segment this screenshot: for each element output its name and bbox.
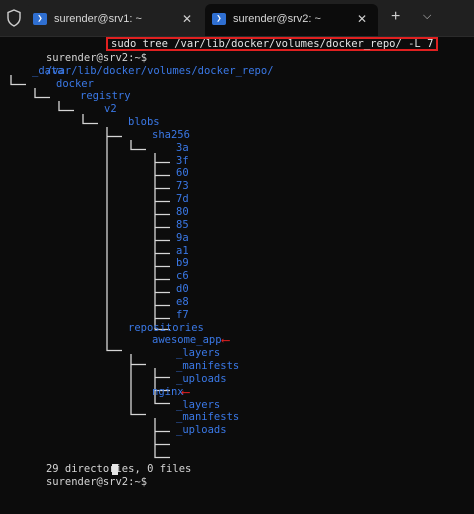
dir-docker: docker: [56, 77, 94, 90]
dir-blob-hash: e8: [176, 295, 189, 308]
dir-nginx: nginx: [152, 385, 184, 398]
powershell-icon: ❯: [33, 13, 47, 25]
tab-strip: ❯ surender@srv1: ~ ✕ ❯ surender@srv2: ~ …: [0, 0, 474, 37]
dir-blob-hash: f7: [176, 308, 189, 321]
dir-layers: _layers: [176, 347, 221, 360]
dir-blob-hash: 80: [176, 205, 189, 218]
dir-blob-hash: c6: [176, 270, 189, 283]
dir-blob-hash: d0: [176, 283, 189, 296]
cursor: [112, 463, 118, 475]
dir-blob-hash: 73: [176, 180, 189, 193]
tree-row: _manifests: [8, 360, 474, 373]
chevron-down-icon[interactable]: ⌵: [423, 10, 431, 23]
tree-row: sha256: [8, 129, 474, 142]
tree-row: docker: [8, 78, 474, 91]
tree-row: _layers: [8, 399, 474, 412]
dir-blob-hash: 7d: [176, 193, 189, 206]
dir-manifests: _manifests: [176, 360, 240, 373]
tree-row: e8: [8, 296, 474, 309]
dir-repositories: repositories: [128, 321, 204, 334]
tree-row: blobs: [8, 116, 474, 129]
terminal-output[interactable]: surender@srv2:~$ sudo tree /var/lib/dock…: [8, 37, 474, 488]
highlighted-command: sudo tree /var/lib/docker/volumes/docker…: [106, 37, 439, 51]
dir-blob-hash: 3a: [176, 141, 189, 154]
tree-row: 3f: [8, 155, 474, 168]
root-path-line: /var/lib/docker/volumes/docker_repo/: [8, 52, 474, 77]
tree-row: awesome_app ⟵: [8, 334, 474, 347]
dir-uploads: _uploads: [176, 424, 227, 437]
dir-blob-hash: 9a: [176, 231, 189, 244]
dir-data: _data: [32, 64, 64, 77]
dir-blob-hash: 60: [176, 167, 189, 180]
tree-row: 7d: [8, 193, 474, 206]
dir-layers: _layers: [176, 398, 221, 411]
summary-line: 29 directories, 0 files: [8, 450, 474, 475]
red-arrow-icon: ⟵: [182, 384, 190, 399]
tree-row: nginx ⟵: [8, 384, 474, 399]
dir-blob-hash: b9: [176, 257, 189, 270]
tree-row: _data: [8, 65, 474, 78]
tab-srv1[interactable]: ❯ surender@srv1: ~ ✕: [26, 4, 202, 36]
tree-row: _uploads: [8, 424, 474, 437]
tree-row: 80: [8, 206, 474, 219]
prompt-line: surender@srv2:~$: [8, 463, 474, 488]
dir-uploads: _uploads: [176, 372, 227, 385]
tree-row: 9a: [8, 232, 474, 245]
tree-row: 3a: [8, 142, 474, 155]
tree-row: _uploads: [8, 373, 474, 386]
powershell-icon: ❯: [212, 13, 226, 25]
dir-blob-hash: a1: [176, 244, 189, 257]
dir-blob-hash: 3f: [176, 154, 189, 167]
dir-blob-hash: 85: [176, 218, 189, 231]
tree-row: registry: [8, 90, 474, 103]
tab-label: surender@srv1: ~: [54, 13, 142, 25]
tab-srv2[interactable]: ❯ surender@srv2: ~ ✕: [205, 4, 378, 36]
dir-sha256: sha256: [152, 128, 190, 141]
tree-row: c6: [8, 270, 474, 283]
tree-row: 73: [8, 180, 474, 193]
tree-row: a1: [8, 245, 474, 258]
tree-row: f7: [8, 309, 474, 322]
tree-row: _layers: [8, 347, 474, 360]
tree-row: b9: [8, 257, 474, 270]
tab-label: surender@srv2: ~: [233, 13, 321, 25]
command-line: surender@srv2:~$ sudo tree /var/lib/dock…: [8, 37, 474, 64]
dir-blobs: blobs: [128, 116, 160, 129]
tree-row: d0: [8, 283, 474, 296]
dir-awesome-app: awesome_app: [152, 334, 222, 347]
dir-v2: v2: [104, 103, 117, 116]
close-icon[interactable]: ✕: [182, 12, 192, 26]
red-arrow-icon: ⟵: [222, 333, 230, 348]
close-icon[interactable]: ✕: [357, 12, 367, 26]
dir-registry: registry: [80, 90, 131, 103]
tree-row: _manifests: [8, 411, 474, 424]
tree-row: 85: [8, 219, 474, 232]
dir-manifests: _manifests: [176, 411, 240, 424]
tree-row: 60: [8, 167, 474, 180]
tree-row: repositories: [8, 322, 474, 335]
new-tab-button[interactable]: +: [391, 9, 400, 25]
terminal-window: ❯ surender@srv1: ~ ✕ ❯ surender@srv2: ~ …: [0, 0, 474, 511]
shell-prompt: surender@srv2:~$: [45, 475, 148, 488]
tree-row: v2: [8, 103, 474, 116]
shield-icon[interactable]: [6, 9, 22, 27]
